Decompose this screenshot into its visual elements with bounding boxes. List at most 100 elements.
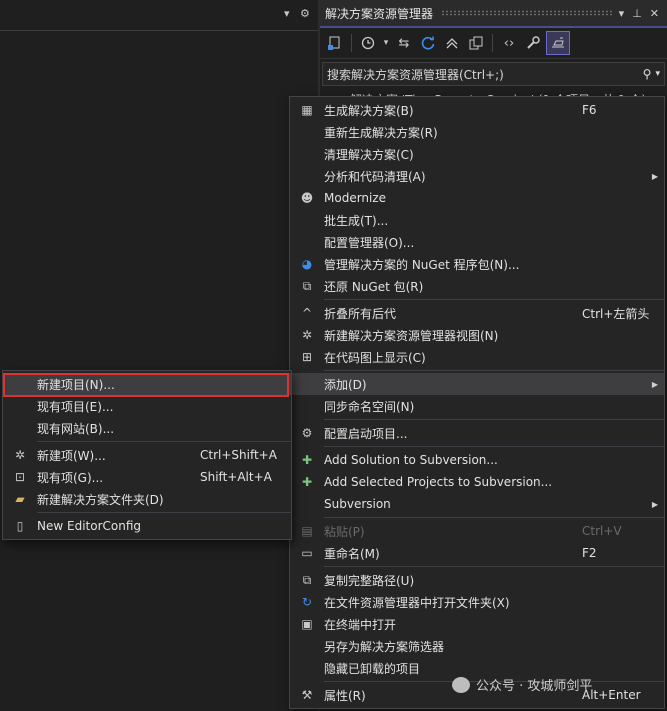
menu-item-label: 管理解决方案的 NuGet 程序包(N)... bbox=[324, 257, 520, 272]
icon-placeholder bbox=[290, 657, 324, 679]
svn-add-icon: ✚ bbox=[301, 453, 313, 467]
menu-item-subversion[interactable]: Subversion ▶ bbox=[290, 493, 664, 515]
chevron-down-icon[interactable]: ▾ bbox=[284, 7, 290, 20]
icon-placeholder bbox=[290, 209, 324, 231]
menu-item-p: ▤ 粘贴(P) Ctrl+V bbox=[290, 520, 664, 542]
gear-icon[interactable]: ⚙ bbox=[300, 7, 310, 20]
view-code-icon[interactable]: ‹› bbox=[498, 32, 520, 54]
switch-views-icon[interactable] bbox=[324, 32, 346, 54]
menu-item-b[interactable]: 现有网站(B)... bbox=[3, 417, 291, 439]
sync-with-document-icon[interactable]: ⇆ bbox=[393, 32, 415, 54]
drag-grip[interactable] bbox=[441, 10, 613, 16]
menu-separator bbox=[324, 566, 664, 567]
menu-item-label: 粘贴(P) bbox=[324, 524, 365, 539]
menu-item-add-selected-projects-to-subversion[interactable]: ✚ Add Selected Projects to Subversion... bbox=[290, 471, 664, 493]
menu-item-c[interactable]: 清理解决方案(C) bbox=[290, 143, 664, 165]
icon-placeholder bbox=[290, 231, 324, 253]
menu-item-item-10[interactable]: ^ 折叠所有后代 Ctrl+左箭头 bbox=[290, 302, 664, 324]
menu-item-nuget-r[interactable]: ⧉ 还原 NuGet 包(R) bbox=[290, 275, 664, 297]
menu-item-x[interactable]: ↻ 在文件资源管理器中打开文件夹(X) bbox=[290, 591, 664, 613]
wrench-icon: ⚒ bbox=[301, 688, 313, 702]
menu-item-label: 在文件资源管理器中打开文件夹(X) bbox=[324, 595, 510, 610]
icon-placeholder bbox=[290, 493, 324, 515]
menu-item-c[interactable]: ⊞ 在代码图上显示(C) bbox=[290, 346, 664, 368]
menu-item-m[interactable]: ▭ 重命名(M) F2 bbox=[290, 542, 664, 564]
menu-item-b[interactable]: ▦ 生成解决方案(B) F6 bbox=[290, 99, 664, 121]
menu-item-label: 折叠所有后代 bbox=[324, 306, 397, 321]
menu-item-label: 清理解决方案(C) bbox=[324, 147, 414, 162]
svn-add-icon: ✚ bbox=[301, 475, 313, 489]
menu-item-item-28[interactable]: ▣ 在终端中打开 bbox=[290, 613, 664, 635]
menu-item-n[interactable]: 新建项目(N)... bbox=[3, 373, 291, 395]
menu-item-label: 生成解决方案(B) bbox=[324, 103, 414, 118]
menu-item-label: 现有项(G)... bbox=[37, 470, 104, 485]
menu-item-label: 批生成(T)... bbox=[324, 213, 389, 228]
panel-title: 解决方案资源管理器 bbox=[325, 6, 434, 21]
menu-item-shortcut: Ctrl+Shift+A bbox=[200, 448, 277, 462]
submenu-arrow-icon: ▶ bbox=[651, 379, 658, 389]
existing-item-icon: ⊡ bbox=[14, 470, 26, 484]
menu-item-a[interactable]: 分析和代码清理(A) ▶ bbox=[290, 165, 664, 187]
menu-item-d[interactable]: ▰ 新建解决方案文件夹(D) bbox=[3, 488, 291, 510]
menu-item-shortcut: Ctrl+左箭头 bbox=[582, 306, 650, 321]
code-map-icon: ⊞ bbox=[301, 350, 313, 364]
menu-item-label: 重新生成解决方案(R) bbox=[324, 125, 438, 140]
search-icon[interactable]: ⚲ bbox=[643, 67, 652, 81]
icon-placeholder bbox=[290, 165, 324, 187]
menu-item-item-17[interactable]: ⚙ 配置启动项目... bbox=[290, 422, 664, 444]
menu-item-n[interactable]: ✲ 新建解决方案资源管理器视图(N) bbox=[290, 324, 664, 346]
close-icon[interactable]: ✕ bbox=[650, 7, 659, 20]
menu-item-u[interactable]: ⧉ 复制完整路径(U) bbox=[290, 569, 664, 591]
menu-item-g[interactable]: ⊡ 现有项(G)... Shift+Alt+A bbox=[3, 466, 291, 488]
new-view-icon: ✲ bbox=[301, 328, 313, 342]
menu-item-modernize[interactable]: ☻ Modernize bbox=[290, 187, 664, 209]
chevron-down-icon[interactable]: ▾ bbox=[655, 69, 660, 79]
icon-placeholder bbox=[290, 373, 324, 395]
menu-item-label: Subversion bbox=[324, 497, 391, 511]
editor-tab-bar: ▾ ⚙ bbox=[0, 0, 318, 31]
panel-title-bar: 解决方案资源管理器 ▾ ⊥ ✕ bbox=[320, 0, 667, 28]
refresh-icon[interactable] bbox=[417, 32, 439, 54]
menu-item-label: 新建解决方案资源管理器视图(N) bbox=[324, 328, 499, 343]
menu-item-label: 在代码图上显示(C) bbox=[324, 350, 426, 365]
menu-item-new-editorconfig[interactable]: ▯ New EditorConfig bbox=[3, 515, 291, 537]
menu-item-r[interactable]: 重新生成解决方案(R) bbox=[290, 121, 664, 143]
menu-item-add-solution-to-subversion[interactable]: ✚ Add Solution to Subversion... bbox=[290, 449, 664, 471]
menu-item-nuget-n[interactable]: ◕ 管理解决方案的 NuGet 程序包(N)... bbox=[290, 253, 664, 275]
menu-separator bbox=[37, 441, 291, 442]
copy-path-icon: ⧉ bbox=[302, 572, 312, 587]
menu-item-label: 隐藏已卸载的项目 bbox=[324, 661, 421, 676]
pin-icon[interactable]: ⊥ bbox=[632, 7, 642, 20]
icon-placeholder bbox=[3, 395, 37, 417]
menu-item-shortcut: F6 bbox=[582, 103, 597, 117]
icon-placeholder bbox=[3, 417, 37, 439]
menu-item-label: 在终端中打开 bbox=[324, 617, 397, 632]
menu-item-w[interactable]: ✲ 新建项(W)... Ctrl+Shift+A bbox=[3, 444, 291, 466]
history-icon[interactable] bbox=[357, 32, 379, 54]
rename-icon: ▭ bbox=[301, 546, 313, 560]
properties-wrench-icon[interactable] bbox=[522, 32, 544, 54]
search-placeholder: 搜索解决方案资源管理器(Ctrl+;) bbox=[327, 67, 504, 82]
show-all-files-icon[interactable] bbox=[465, 32, 487, 54]
menu-separator bbox=[37, 512, 291, 513]
icon-placeholder bbox=[290, 121, 324, 143]
menu-item-label: New EditorConfig bbox=[37, 519, 142, 533]
menu-item-item-29[interactable]: 另存为解决方案筛选器 bbox=[290, 635, 664, 657]
restore-icon: ⧉ bbox=[302, 278, 312, 293]
collapse-all-icon[interactable] bbox=[441, 32, 463, 54]
chevron-down-icon[interactable]: ▾ bbox=[381, 32, 391, 54]
menu-separator bbox=[324, 299, 664, 300]
menu-item-label: 属性(R) bbox=[324, 688, 366, 703]
menu-item-d[interactable]: 添加(D) ▶ bbox=[290, 373, 664, 395]
search-input[interactable]: 搜索解决方案资源管理器(Ctrl+;) ⚲ ▾ bbox=[322, 62, 665, 86]
menu-item-o[interactable]: 配置管理器(O)... bbox=[290, 231, 664, 253]
menu-item-label: 配置启动项目... bbox=[324, 426, 408, 441]
menu-item-e[interactable]: 现有项目(E)... bbox=[3, 395, 291, 417]
build-icon: ▦ bbox=[301, 103, 313, 117]
menu-item-n[interactable]: 同步命名空间(N) bbox=[290, 395, 664, 417]
preview-selected-items-icon[interactable] bbox=[546, 31, 570, 55]
menu-item-label: 新建项(W)... bbox=[37, 448, 106, 463]
solution-explorer-toolbar: ▾ ⇆ ‹› bbox=[320, 28, 667, 59]
chevron-down-icon[interactable]: ▾ bbox=[619, 7, 625, 20]
menu-item-t[interactable]: 批生成(T)... bbox=[290, 209, 664, 231]
